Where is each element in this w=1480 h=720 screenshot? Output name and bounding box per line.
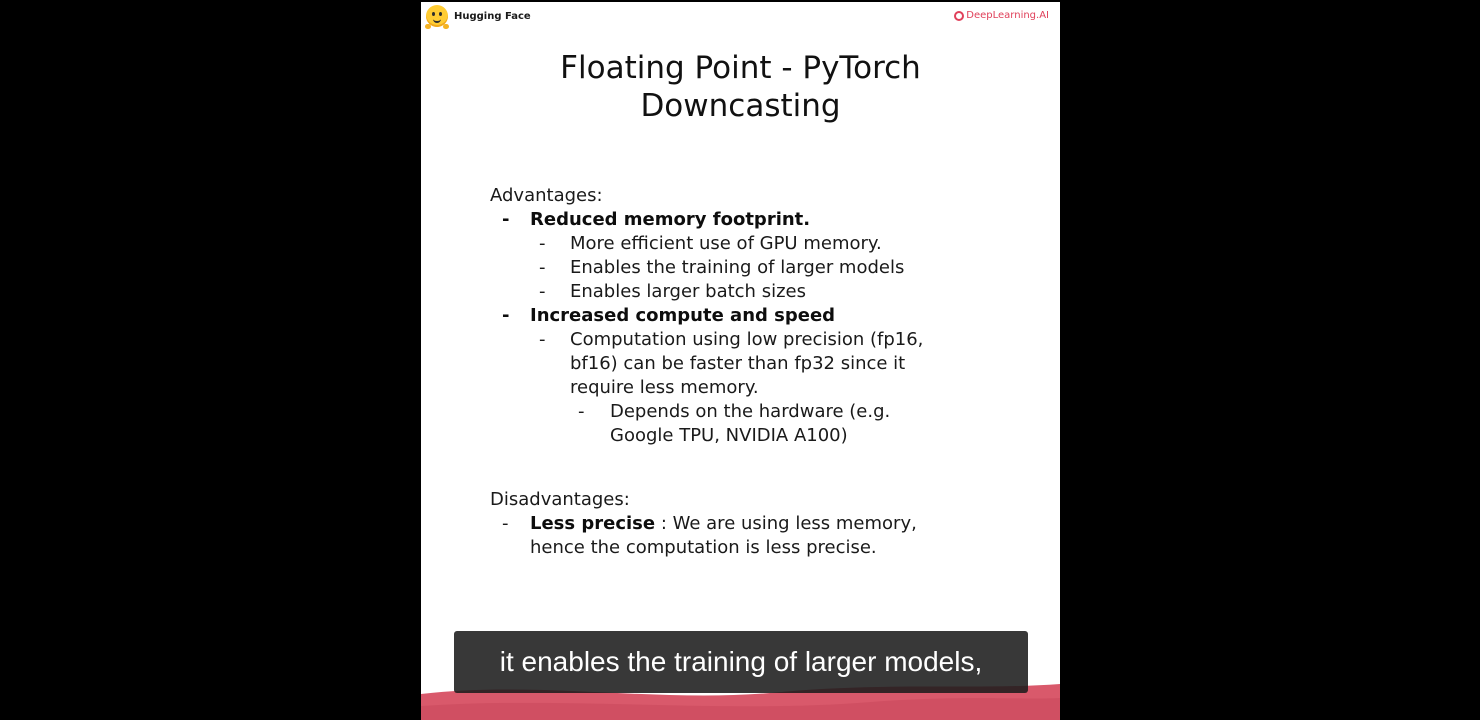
deeplearning-ai-logo-icon xyxy=(954,10,965,21)
advantage-label: Reduced memory footprint. xyxy=(530,209,811,230)
hugging-face-logo-icon xyxy=(425,5,449,29)
advantage-subsubitem: - Depends on the hardware (e.g. xyxy=(490,400,1030,424)
advantage-subitem-text: Enables the training of larger models xyxy=(570,257,905,278)
bullet-dash: - xyxy=(539,257,546,278)
bullet-dash: - xyxy=(502,513,509,534)
advantage-subitem: - More efficient use of GPU memory. xyxy=(490,232,1030,256)
video-frame: Hugging Face DeepLearning.AI Floating Po… xyxy=(0,0,1480,720)
bullet-dash: - xyxy=(502,305,510,326)
slide-body: Advantages: - Reduced memory footprint. … xyxy=(490,184,1030,560)
advantage-subitem: - Computation using low precision (fp16, xyxy=(490,328,1030,352)
advantage-subitem-text: Enables larger batch sizes xyxy=(570,281,806,302)
bullet-dash: - xyxy=(539,329,546,350)
bullet-dash: - xyxy=(502,209,510,230)
disadvantage-item: - Less precise : We are using less memor… xyxy=(490,512,1030,536)
hugging-face-brand: Hugging Face xyxy=(425,5,531,29)
advantage-subitem: - Enables the training of larger models xyxy=(490,256,1030,280)
deeplearning-ai-brand: DeepLearning.AI xyxy=(954,10,1049,21)
hugging-face-label: Hugging Face xyxy=(454,10,531,22)
slide-title: Floating Point - PyTorch Downcasting xyxy=(421,49,1060,125)
disadvantages-heading: Disadvantages: xyxy=(490,489,630,510)
advantage-item: - Increased compute and speed xyxy=(490,304,1030,328)
advantage-subitem-text: More efficient use of GPU memory. xyxy=(570,233,882,254)
subtitle-caption: it enables the training of larger models… xyxy=(454,631,1028,693)
advantages-heading: Advantages: xyxy=(490,185,603,206)
advantage-item: - Reduced memory footprint. xyxy=(490,208,1030,232)
advantage-subsubitem-continuation: Google TPU, NVIDIA A100) xyxy=(610,425,848,446)
advantage-subitem-continuation: require less memory. xyxy=(570,377,759,398)
advantage-subsubitem-text: Depends on the hardware (e.g. xyxy=(610,401,891,422)
advantage-subitem-text: Computation using low precision (fp16, xyxy=(570,329,924,350)
advantage-label: Increased compute and speed xyxy=(530,305,836,326)
advantage-subitem: - Enables larger batch sizes xyxy=(490,280,1030,304)
slide-title-line-2: Downcasting xyxy=(640,88,841,124)
advantage-subitem-continuation: bf16) can be faster than fp32 since it xyxy=(570,353,906,374)
bullet-dash: - xyxy=(578,401,585,422)
bullet-dash: - xyxy=(539,281,546,302)
deeplearning-ai-label: DeepLearning.AI xyxy=(966,10,1049,21)
disadvantage-label: Less precise xyxy=(530,513,656,534)
slide-title-line-1: Floating Point - PyTorch xyxy=(560,50,921,86)
lecture-slide: Hugging Face DeepLearning.AI Floating Po… xyxy=(421,2,1060,720)
caption-text: it enables the training of larger models… xyxy=(499,646,983,677)
disadvantage-continuation: hence the computation is less precise. xyxy=(530,537,877,558)
disadvantage-text: : We are using less memory, xyxy=(655,513,917,534)
bullet-dash: - xyxy=(539,233,546,254)
